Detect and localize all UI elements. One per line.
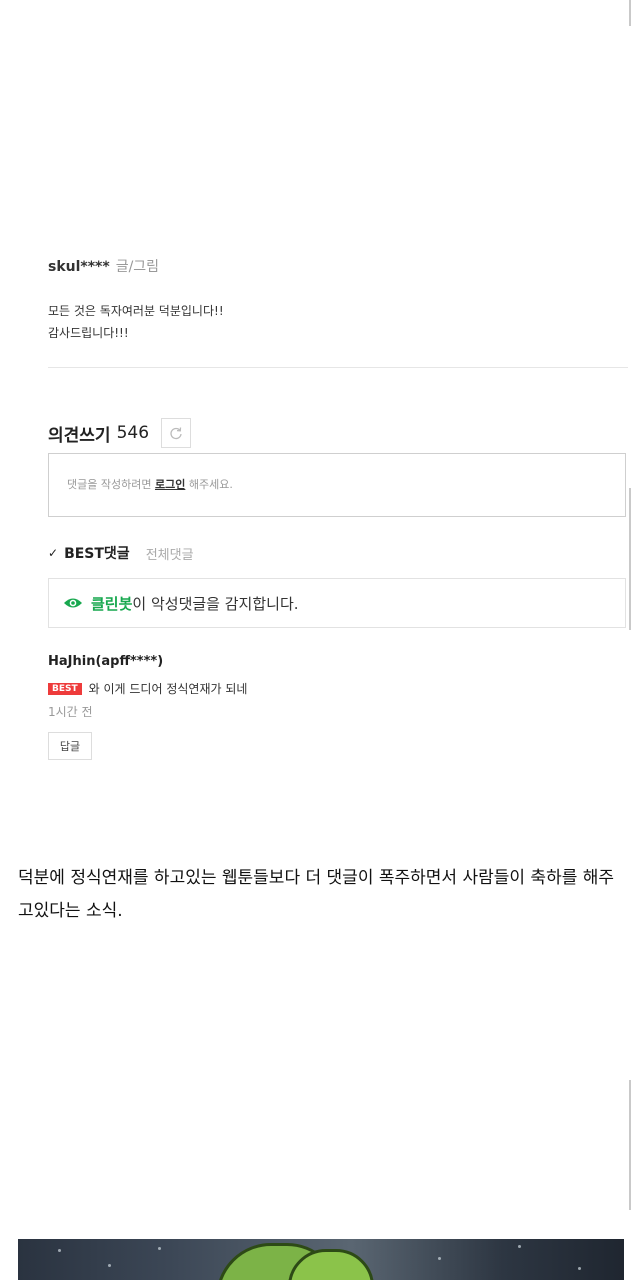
author-role: 글/그림 bbox=[115, 259, 160, 275]
author-message-line: 감사드립니다!!! bbox=[48, 326, 129, 340]
comment-tabs: ✓ BEST댓글 전체댓글 bbox=[48, 543, 194, 563]
login-link[interactable]: 로그인 bbox=[155, 478, 185, 491]
comment-text: 와 이게 드디어 정식연재가 되네 bbox=[88, 682, 248, 696]
scroll-indicator bbox=[629, 1080, 631, 1210]
comment-body: BEST 와 이게 드디어 정식연재가 되네 bbox=[48, 680, 247, 697]
tab-best-comments[interactable]: BEST댓글 bbox=[64, 543, 130, 563]
reply-button[interactable]: 답글 bbox=[48, 732, 92, 760]
cleanbot-banner[interactable]: 클린봇 이 악성댓글을 감지합니다. bbox=[48, 578, 626, 628]
author-message-line: 모든 것은 독자여러분 덕분입니다!! bbox=[48, 304, 224, 318]
refresh-icon bbox=[170, 427, 182, 440]
comment-timestamp: 1시간 전 bbox=[48, 705, 93, 719]
scroll-indicator bbox=[629, 0, 631, 26]
comment-input-placeholder: 댓글을 작성하려면 bbox=[67, 478, 152, 491]
author-line: skul**** 글/그림 bbox=[48, 256, 159, 276]
check-icon: ✓ bbox=[48, 546, 59, 560]
scroll-indicator bbox=[629, 488, 631, 630]
comment-input-placeholder-tail: 해주세요. bbox=[188, 478, 233, 491]
refresh-button[interactable] bbox=[161, 418, 192, 448]
cleanbot-brand: 클린봇 bbox=[91, 594, 133, 613]
comment-header-label: 의견쓰기 bbox=[48, 425, 111, 446]
article-text: 덕분에 정식연재를 하고있는 웹툰들보다 더 댓글이 폭주하면서 사람들이 축하… bbox=[18, 868, 615, 921]
comment-input[interactable]: 댓글을 작성하려면 로그인 해주세요. bbox=[48, 453, 626, 517]
author-name[interactable]: skul**** bbox=[48, 259, 110, 275]
webtoon-image bbox=[18, 1239, 624, 1280]
comment-count: 546 bbox=[116, 423, 150, 443]
comment-user[interactable]: HaJhin(apff****) bbox=[48, 654, 163, 669]
tab-all-comments[interactable]: 전체댓글 bbox=[146, 544, 194, 563]
divider bbox=[48, 367, 628, 368]
best-badge: BEST bbox=[48, 682, 82, 695]
eye-icon bbox=[64, 598, 82, 608]
author-message: 모든 것은 독자여러분 덕분입니다!! 감사드립니다!!! bbox=[48, 300, 224, 344]
cleanbot-text: 이 악성댓글을 감지합니다. bbox=[132, 594, 299, 613]
comment-header: 의견쓰기 546 bbox=[48, 418, 192, 448]
